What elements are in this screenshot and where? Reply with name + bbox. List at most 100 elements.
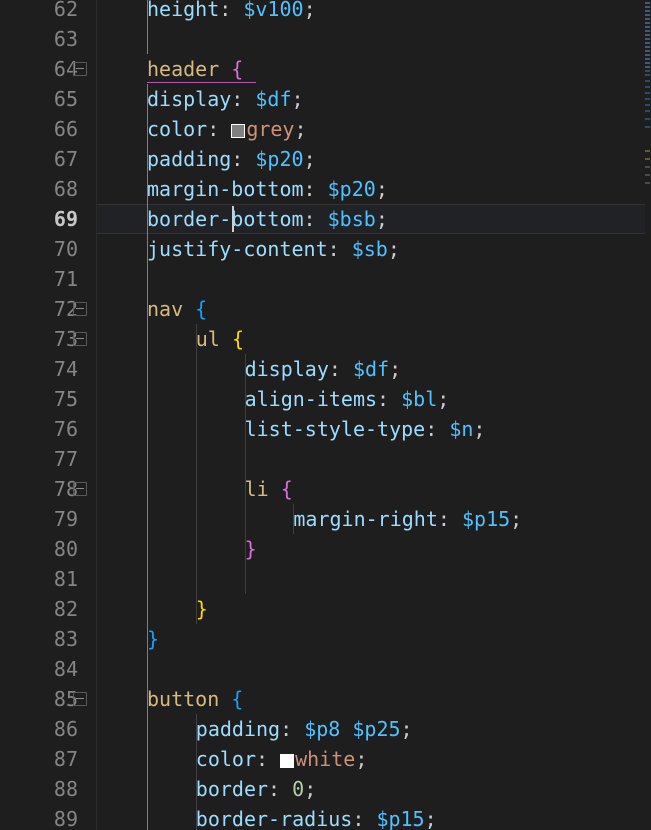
- line-number[interactable]: 71: [54, 264, 78, 294]
- code-line[interactable]: 82}: [0, 594, 651, 624]
- code-text[interactable]: height: $v100;: [147, 0, 316, 24]
- line-number[interactable]: 84: [54, 654, 78, 684]
- code-line[interactable]: 75 align-items: $bl;: [0, 384, 651, 414]
- code-line[interactable]: 87 color: white;: [0, 744, 651, 774]
- code-line[interactable]: 73 ul {: [0, 324, 651, 354]
- fold-collapse-icon[interactable]: [73, 302, 87, 316]
- gutter: 85: [0, 684, 96, 714]
- line-number[interactable]: 82: [54, 594, 78, 624]
- code-line[interactable]: 62 height: $v100;: [0, 0, 651, 24]
- fold-collapse-icon[interactable]: [73, 692, 87, 706]
- code-text[interactable]: header {: [147, 54, 243, 84]
- line-number[interactable]: 62: [54, 0, 78, 24]
- code-line[interactable]: 88 border: 0;: [0, 774, 651, 804]
- line-number[interactable]: 68: [54, 174, 78, 204]
- line-number[interactable]: 80: [54, 534, 78, 564]
- indent-guides: [0, 324, 651, 354]
- line-number[interactable]: 66: [54, 114, 78, 144]
- code-line[interactable]: 78 li {: [0, 474, 651, 504]
- line-number[interactable]: 67: [54, 144, 78, 174]
- line-number[interactable]: 70: [54, 234, 78, 264]
- code-line[interactable]: 84: [0, 654, 651, 684]
- code-line[interactable]: 77: [0, 444, 651, 474]
- editor-scroll-plane[interactable]: 62 height: $v100; 63 64 header {65 display: $…: [0, 0, 651, 830]
- line-number[interactable]: 63: [54, 24, 78, 54]
- token-punc: ;: [375, 177, 388, 201]
- line-number[interactable]: 83: [54, 624, 78, 654]
- token-punc: ;: [473, 417, 486, 441]
- indent-guide-active: [147, 714, 148, 744]
- fold-collapse-icon[interactable]: [73, 62, 87, 76]
- code-text[interactable]: align-items: $bl;: [245, 384, 450, 414]
- code-line[interactable]: 66 color: grey;: [0, 114, 651, 144]
- line-number[interactable]: 74: [54, 354, 78, 384]
- code-line[interactable]: 89 border-radius: $p15;: [0, 804, 651, 830]
- code-text[interactable]: margin-bottom: $p20;: [147, 174, 388, 204]
- fold-collapse-icon[interactable]: [73, 332, 87, 346]
- code-text[interactable]: display: $df;: [147, 84, 304, 114]
- code-line[interactable]: 81: [0, 564, 651, 594]
- code-text[interactable]: padding: $p20;: [147, 144, 316, 174]
- code-line[interactable]: 86 padding: $p8 $p25;: [0, 714, 651, 744]
- color-swatch-icon[interactable]: [280, 754, 295, 768]
- code-line[interactable]: 74 display: $df;: [0, 354, 651, 384]
- code-line[interactable]: 83}: [0, 624, 651, 654]
- code-line[interactable]: 80}: [0, 534, 651, 564]
- line-number[interactable]: 69: [54, 204, 78, 234]
- line-number[interactable]: 87: [54, 744, 78, 774]
- indent-guides: [0, 564, 651, 594]
- code-editor[interactable]: 62 height: $v100; 63 64 header {65 display: $…: [0, 0, 651, 830]
- line-number[interactable]: 75: [54, 384, 78, 414]
- indent-guides: [0, 144, 651, 174]
- code-line[interactable]: 79 margin-right: $p15;: [0, 504, 651, 534]
- code-text[interactable]: }: [147, 624, 159, 654]
- token-sel: ul: [195, 327, 220, 351]
- token-punc: ;: [304, 777, 317, 801]
- minimap-mark: [645, 46, 650, 48]
- code-text[interactable]: border: 0;: [196, 774, 316, 804]
- minimap-mark: [645, 104, 650, 106]
- line-number[interactable]: 65: [54, 84, 78, 114]
- line-number[interactable]: 86: [54, 714, 78, 744]
- code-line[interactable]: 64 header {: [0, 54, 651, 84]
- indent-guides: [0, 84, 651, 114]
- line-number[interactable]: 77: [54, 444, 78, 474]
- code-text[interactable]: display: $df;: [245, 354, 402, 384]
- indent-guide-active: [147, 444, 148, 474]
- code-text[interactable]: margin-right: $p15;: [293, 504, 522, 534]
- code-line[interactable]: 71: [0, 264, 651, 294]
- code-text[interactable]: button {: [147, 684, 243, 714]
- code-text[interactable]: justify-content: $sb;: [147, 234, 400, 264]
- code-text[interactable]: }: [245, 534, 257, 564]
- code-text[interactable]: li {: [245, 474, 293, 504]
- line-number[interactable]: 89: [54, 804, 78, 830]
- code-text[interactable]: nav {: [147, 294, 207, 324]
- code-line[interactable]: 65 display: $df;: [0, 84, 651, 114]
- code-line[interactable]: 85 button {: [0, 684, 651, 714]
- code-line[interactable]: 68 margin-bottom: $p20;: [0, 174, 651, 204]
- code-line[interactable]: 72 nav {: [0, 294, 651, 324]
- code-text[interactable]: }: [196, 594, 208, 624]
- code-line[interactable]: 69 border-bottom: $bsb;: [0, 204, 651, 234]
- token-b-blue: {: [195, 297, 208, 321]
- line-number[interactable]: 79: [54, 504, 78, 534]
- code-line[interactable]: 76 list-style-type: $n;: [0, 414, 651, 444]
- color-swatch-icon[interactable]: [231, 124, 246, 138]
- code-text[interactable]: border-bottom: $bsb;: [147, 204, 388, 234]
- token-var: $bl: [401, 387, 438, 411]
- line-number[interactable]: 76: [54, 414, 78, 444]
- code-text[interactable]: list-style-type: $n;: [245, 414, 486, 444]
- token-punc: ;: [387, 237, 400, 261]
- line-number[interactable]: 88: [54, 774, 78, 804]
- code-text[interactable]: color: white;: [196, 744, 368, 774]
- code-text[interactable]: ul {: [196, 324, 244, 354]
- minimap[interactable]: [645, 0, 651, 830]
- code-text[interactable]: border-radius: $p15;: [196, 804, 437, 830]
- code-text[interactable]: padding: $p8 $p25;: [196, 714, 413, 744]
- code-line[interactable]: 70 justify-content: $sb;: [0, 234, 651, 264]
- fold-collapse-icon[interactable]: [73, 482, 87, 496]
- line-number[interactable]: 81: [54, 564, 78, 594]
- code-line[interactable]: 67 padding: $p20;: [0, 144, 651, 174]
- code-line[interactable]: 63: [0, 24, 651, 54]
- code-text[interactable]: color: grey;: [147, 114, 307, 144]
